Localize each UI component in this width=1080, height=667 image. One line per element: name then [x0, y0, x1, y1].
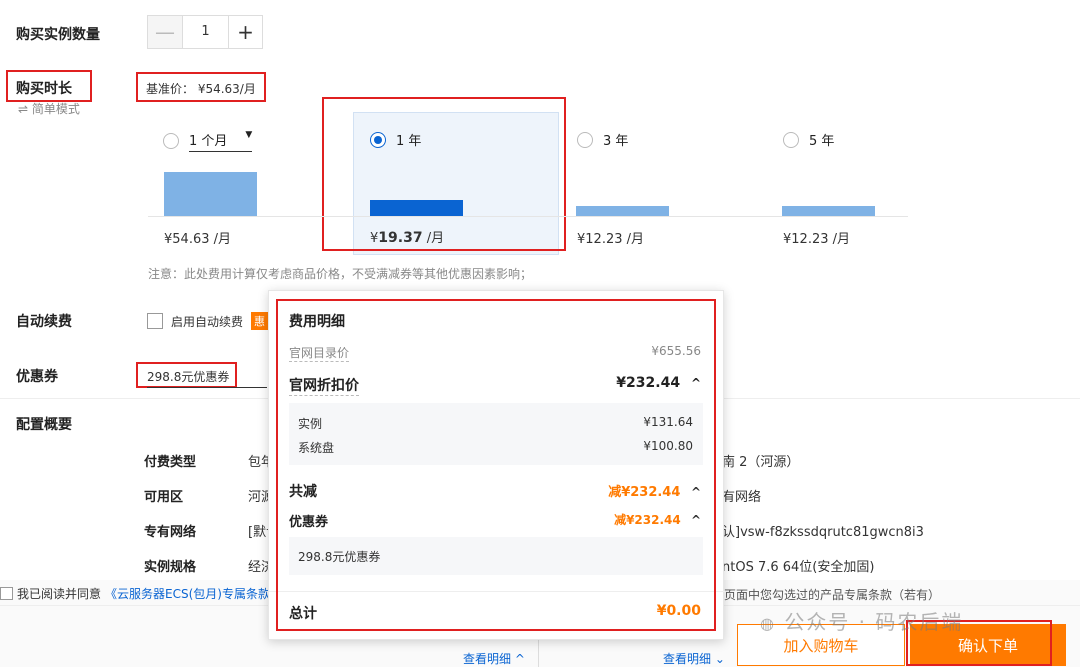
base-price: 基准价： ¥54.63/月	[146, 82, 256, 96]
option-3-years-label: 3 年	[603, 134, 629, 149]
auto-renew-option[interactable]: 启用自动续费 惠	[147, 312, 269, 330]
view-detail-label-2: 查看明细	[663, 652, 712, 666]
swap-icon: ⇌	[18, 102, 29, 116]
price-bar-5-years	[782, 206, 875, 216]
price-5-years: ¥12.23 /月	[783, 232, 850, 247]
option-1-year-label: 1 年	[396, 134, 422, 149]
simple-mode-toggle[interactable]: ⇌ 简单模式	[18, 100, 80, 117]
radio-5-years[interactable]	[783, 131, 799, 148]
option-5-years[interactable]: 5 年	[783, 130, 834, 149]
radio-3-years[interactable]	[577, 131, 593, 148]
radio-1-month[interactable]	[163, 133, 179, 149]
price-bar-1-year	[370, 200, 463, 216]
price-note: 注意：此处费用计算仅考虑商品价格，不受满减券等其他优惠因素影响；	[148, 267, 533, 281]
option-1-month[interactable]: 1 个月 ▼	[163, 130, 253, 152]
quantity-input[interactable]: 1	[182, 16, 228, 48]
chevron-down-icon: ⌄	[714, 652, 725, 666]
price-unit: /月	[426, 231, 445, 246]
option-5-years-label: 5 年	[809, 134, 835, 149]
caret-down-icon: ▼	[245, 130, 253, 140]
config-val-right: 南 2（河源）	[722, 455, 800, 470]
duration-label: 购买时长	[16, 81, 72, 97]
coupon-label: 优惠券	[16, 369, 58, 385]
agreement-prefix: 我已阅读并同意	[17, 587, 102, 601]
agreement-suffix: 页面中您勾选过的产品专属条款（若有）	[724, 588, 941, 602]
auto-renew-label: 自动续费	[16, 314, 72, 330]
price-1-year: ¥19.37 /月	[370, 227, 444, 246]
config-val-right: ntOS 7.6 64位(安全加固)	[722, 560, 875, 575]
config-key: 实例规格	[144, 560, 197, 575]
plus-button[interactable]: +	[228, 16, 262, 48]
highlight-box-popup	[276, 299, 716, 631]
view-detail-label: 查看明细	[463, 652, 512, 666]
minus-button[interactable]: —	[148, 16, 182, 48]
config-key: 可用区	[144, 490, 184, 505]
wechat-icon: ◍	[760, 614, 776, 633]
bar-baseline	[148, 216, 908, 217]
view-detail-link-2[interactable]: 查看明细 ⌄	[663, 650, 725, 667]
price-bar-1-month	[164, 172, 257, 216]
chevron-up-icon: ^	[514, 652, 525, 666]
config-key: 付费类型	[144, 455, 197, 470]
duration-dropdown[interactable]: 1 个月 ▼	[189, 130, 253, 152]
price-1-month: ¥54.63 /月	[164, 232, 231, 247]
quantity-stepper[interactable]: — 1 +	[147, 15, 263, 49]
simple-mode-label: 简单模式	[31, 102, 80, 116]
price-bar-3-years	[576, 206, 669, 216]
config-val-right: 认]vsw-f8zkssdqrutc81gwcn8i3	[722, 525, 924, 540]
price-3-years: ¥12.23 /月	[577, 232, 644, 247]
watermark-text: 公众号 · 码农后端	[784, 610, 964, 634]
option-3-years[interactable]: 3 年	[577, 130, 628, 149]
auto-renew-checkbox[interactable]	[147, 313, 163, 329]
agreement-link[interactable]: 《云服务器ECS(包月)专属条款	[105, 585, 270, 602]
option-1-month-label: 1 个月	[189, 134, 228, 149]
config-label: 配置概要	[16, 417, 72, 433]
auto-renew-checkbox-label: 启用自动续费	[171, 314, 244, 329]
quantity-label: 购买实例数量	[16, 27, 100, 43]
watermark: ◍ 公众号 · 码农后端	[760, 606, 963, 635]
price-value: 19.37	[378, 230, 423, 246]
agreement: 我已阅读并同意 《云服务器ECS(包月)专属条款	[0, 585, 270, 602]
footer-sep	[538, 640, 539, 667]
option-1-year[interactable]: 1 年	[370, 130, 421, 149]
discount-badge: 惠	[251, 312, 269, 330]
config-val-right: 有网络	[722, 490, 762, 505]
agreement-checkbox[interactable]	[0, 587, 13, 600]
radio-1-year[interactable]	[370, 131, 386, 148]
config-key: 专有网络	[144, 525, 197, 540]
view-detail-link[interactable]: 查看明细 ^	[463, 650, 525, 667]
coupon-select[interactable]: 298.8元优惠券	[147, 368, 267, 388]
